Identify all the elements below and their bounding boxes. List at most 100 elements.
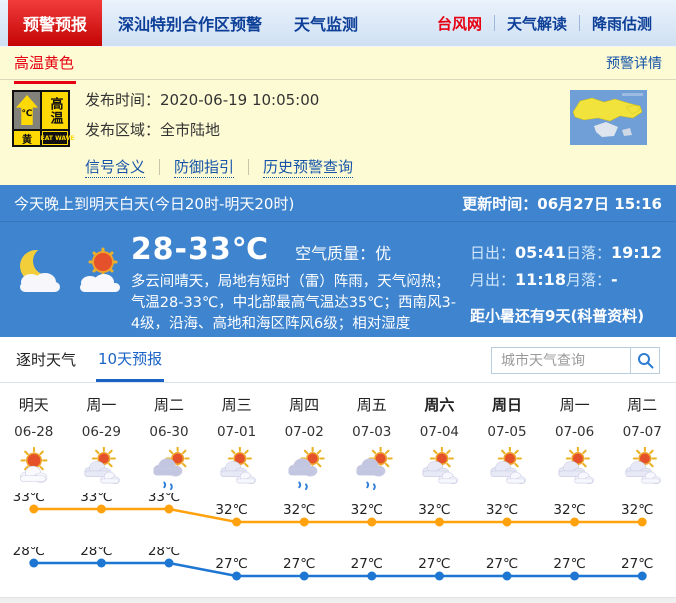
svg-text:27℃: 27℃ (418, 556, 450, 572)
forecast-column[interactable]: 周五 07-03 (338, 394, 406, 493)
moonset: 月落：- (566, 269, 662, 290)
link-rain-estimate[interactable]: 降雨估测 (580, 13, 664, 34)
weather-icon (135, 447, 203, 493)
sunset: 日落：19:12 (566, 242, 662, 263)
search-icon (637, 352, 654, 369)
moonrise: 月出：11:18 (470, 269, 566, 290)
forecast-date: 07-07 (608, 424, 676, 440)
weather-icon (203, 447, 271, 493)
low-temp-line-chart: 28℃28℃28℃27℃27℃27℃27℃27℃27℃27℃ (0, 547, 676, 597)
forecast-day: 周二 (608, 394, 676, 415)
forecast-column[interactable]: 周二 07-07 (608, 394, 676, 493)
link-history-warning-query[interactable]: 历史预警查询 (263, 156, 353, 178)
link-weather-interpretation[interactable]: 天气解读 (495, 13, 579, 34)
forecast-date: 06-29 (68, 424, 136, 440)
svg-text:28℃: 28℃ (148, 547, 180, 559)
warning-type-cn: 高温 (42, 92, 68, 129)
forecast-column[interactable]: 周四07-02 (270, 394, 338, 493)
svg-text:32℃: 32℃ (621, 502, 653, 518)
forecast-column[interactable]: 周一 06-29 (68, 394, 136, 493)
forecast-date: 06-28 (0, 424, 68, 440)
top-nav: 预警预报 深汕特别合作区预警 天气监测 台风网 天气解读 降雨估测 (0, 0, 676, 47)
forecast-date: 07-04 (406, 424, 474, 440)
current-body: 28-33℃ 空气质量：优 多云间晴天，局地有短时（雷）阵雨，天气闷热；气温28… (0, 222, 676, 356)
svg-text:28℃: 28℃ (80, 547, 112, 559)
forecast-day: 周日 (473, 394, 541, 415)
forecast-column[interactable]: 周二06-30 (135, 394, 203, 493)
link-signal-meaning[interactable]: 信号含义 (85, 156, 145, 178)
forecast-tab-bar: 逐时天气 10天预报 (0, 337, 676, 383)
alert-tab-heat-yellow[interactable]: 高温黄色 (14, 52, 74, 75)
tab-ten-day-forecast[interactable]: 10天预报 (96, 337, 164, 382)
search-button[interactable] (630, 348, 659, 373)
sun-cloud-icon (76, 244, 128, 296)
svg-text:32℃: 32℃ (486, 502, 518, 518)
update-time: 更新时间：06月27日 15:16 (462, 193, 662, 214)
svg-text:33℃: 33℃ (13, 493, 45, 505)
forecast-column[interactable]: 周六 07-04 (406, 394, 474, 493)
weather-icon (541, 447, 609, 493)
nav-tab-warning-forecast[interactable]: 预警预报 (8, 0, 102, 46)
forecast-day: 周一 (68, 394, 136, 415)
nav-item-shenshan-warning[interactable]: 深汕特别合作区预警 (102, 0, 278, 46)
publish-time-value: 2020-06-19 10:05:00 (160, 91, 319, 109)
svg-text:33℃: 33℃ (148, 493, 180, 505)
weather-icon (608, 447, 676, 493)
svg-text:32℃: 32℃ (418, 502, 450, 518)
forecast-date: 07-01 (203, 424, 271, 440)
svg-text:32℃: 32℃ (553, 502, 585, 518)
forecast-date: 07-03 (338, 424, 406, 440)
forecast-day: 周四 (270, 394, 338, 415)
forecast-column[interactable]: 周一07-06 (541, 394, 609, 493)
forecast-day: 明天 (0, 394, 68, 415)
alert-tab-bar: 高温黄色 预警详情 (0, 47, 676, 80)
city-search (491, 347, 660, 374)
divider (159, 159, 160, 175)
city-search-input[interactable] (492, 348, 630, 373)
svg-text:28℃: 28℃ (13, 547, 45, 559)
air-quality: 空气质量：优 (295, 240, 391, 264)
tab-hourly-weather[interactable]: 逐时天气 (14, 337, 78, 382)
solar-term-note[interactable]: 距小暑还有9天(科普资料) (470, 305, 662, 326)
publish-area-label: 发布区域： (85, 121, 160, 139)
publish-time-label: 发布时间： (85, 91, 160, 109)
warning-arrow-cell: ℃ (14, 92, 40, 129)
link-defense-guide[interactable]: 防御指引 (174, 156, 234, 178)
temperature-range: 28-33℃ (131, 232, 269, 267)
forecast-day: 周五 (338, 394, 406, 415)
svg-text:27℃: 27℃ (351, 556, 383, 572)
weather-icon (270, 447, 338, 493)
forecast-column[interactable]: 周三 07-01 (203, 394, 271, 493)
weather-page: 预警预报 深汕特别合作区预警 天气监测 台风网 天气解读 降雨估测 高温黄色 预… (0, 0, 676, 598)
forecast-column[interactable]: 明天 06-28 (0, 394, 68, 493)
forecast-day: 周三 (203, 394, 271, 415)
publish-area-value: 全市陆地 (160, 121, 220, 139)
svg-text:33℃: 33℃ (80, 493, 112, 505)
forecast-date: 07-05 (473, 424, 541, 440)
nav-links: 台风网 天气解读 降雨估测 (425, 0, 676, 46)
forecast-day: 周二 (135, 394, 203, 415)
forecast-column[interactable]: 周日 07-05 (473, 394, 541, 493)
weather-icon (68, 447, 136, 493)
alert-detail-link[interactable]: 预警详情 (606, 53, 662, 73)
weather-icon (473, 447, 541, 493)
svg-text:32℃: 32℃ (283, 502, 315, 518)
alert-body: ℃ 高温 黄 HEAT WAVE 发布时间：2020-06-19 10:05:0… (0, 80, 676, 178)
alert-map-thumbnail[interactable] (570, 90, 647, 145)
forecast-period-label: 今天晚上到明天白天(今日20时-明天20时) (14, 193, 294, 214)
svg-text:27℃: 27℃ (553, 556, 585, 572)
svg-text:32℃: 32℃ (351, 502, 383, 518)
svg-text:27℃: 27℃ (621, 556, 653, 572)
nav-item-weather-monitor[interactable]: 天气监测 (278, 0, 374, 46)
heat-alert-section: 高温黄色 预警详情 ℃ 高温 黄 HEAT WAVE 发布时间：2020-06-… (0, 47, 676, 185)
moon-cloud-icon (14, 244, 68, 296)
weather-icon (406, 447, 474, 493)
divider (248, 159, 249, 175)
current-weather-panel: 今天晚上到明天白天(今日20时-明天20时) 更新时间：06月27日 15:16 (0, 185, 676, 337)
high-temp-line-chart: 33℃33℃33℃32℃32℃32℃32℃32℃32℃32℃ (0, 493, 676, 541)
heat-wave-warning-icon: ℃ 高温 黄 HEAT WAVE (12, 90, 70, 147)
forecast-day: 周一 (541, 394, 609, 415)
link-typhoon-net[interactable]: 台风网 (425, 13, 494, 34)
weather-icon (338, 447, 406, 493)
forecast-day: 周六 (406, 394, 474, 415)
